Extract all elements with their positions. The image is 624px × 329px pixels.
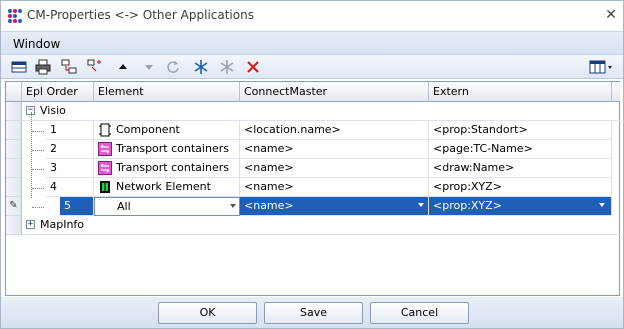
- group-row-mapinfo[interactable]: + MapInfo: [22, 216, 620, 235]
- extern-cell[interactable]: <draw:Name>: [429, 159, 612, 178]
- column-header-filler: [612, 82, 620, 102]
- row-indicator[interactable]: [6, 140, 22, 159]
- order-cell[interactable]: 3: [46, 159, 94, 178]
- chevron-down-icon[interactable]: [230, 204, 236, 208]
- tree-line: [32, 150, 44, 151]
- connectmaster-dropdown[interactable]: <name>: [240, 197, 429, 216]
- tree-line: [32, 188, 44, 189]
- main-window: CM-Properties <-> Other Applications ✕ W…: [0, 0, 624, 329]
- chevron-down-icon[interactable]: [599, 203, 605, 207]
- ok-button[interactable]: OK: [158, 302, 257, 324]
- column-header-epl-order[interactable]: Epl Order: [22, 82, 94, 102]
- group-label: Visio: [40, 104, 66, 117]
- move-up-icon[interactable]: [115, 59, 131, 75]
- close-button[interactable]: ✕: [603, 7, 619, 23]
- print-icon[interactable]: [35, 59, 51, 75]
- button-bar: OK Save Cancel: [1, 297, 623, 328]
- element-cell[interactable]: Transport containers: [94, 159, 240, 178]
- export-icon[interactable]: [61, 59, 77, 75]
- connectmaster-cell[interactable]: <location.name>: [240, 121, 429, 140]
- row-indicator[interactable]: [6, 216, 22, 235]
- extern-cell[interactable]: <page:TC-Name>: [429, 140, 612, 159]
- row-indicator[interactable]: [6, 121, 22, 140]
- group-label: MapInfo: [40, 218, 85, 231]
- extern-cell[interactable]: <prop:Standort>: [429, 121, 612, 140]
- cancel-button[interactable]: Cancel: [370, 302, 469, 324]
- row-header-corner: [6, 82, 22, 102]
- title-bar: CM-Properties <-> Other Applications ✕: [1, 1, 623, 31]
- connectmaster-cell[interactable]: <name>: [240, 140, 429, 159]
- transport-icon: [98, 161, 112, 175]
- connectmaster-cell[interactable]: <name>: [240, 178, 429, 197]
- row-indicator[interactable]: [6, 159, 22, 178]
- extern-dropdown[interactable]: <prop:XYZ>: [429, 197, 612, 216]
- transport-icon: [98, 142, 112, 156]
- extern-value: <prop:XYZ>: [433, 199, 502, 212]
- order-cell[interactable]: 1: [46, 121, 94, 140]
- connectmaster-value: <name>: [244, 199, 294, 212]
- column-header-extern[interactable]: Extern: [429, 82, 612, 102]
- tree-line: [31, 112, 32, 198]
- move-down-icon[interactable]: [141, 59, 157, 75]
- tree-line: [32, 169, 44, 170]
- delete-icon[interactable]: [245, 59, 261, 75]
- window-title: CM-Properties <-> Other Applications: [27, 8, 254, 22]
- import-icon[interactable]: [87, 59, 103, 75]
- element-label: Transport containers: [116, 142, 229, 155]
- table-view-icon[interactable]: [11, 59, 27, 75]
- element-dropdown[interactable]: All: [94, 197, 240, 216]
- group-row-visio[interactable]: − Visio: [22, 102, 620, 121]
- connectmaster-cell[interactable]: <name>: [240, 159, 429, 178]
- toolbar: [1, 55, 623, 79]
- tree-line: [32, 207, 44, 208]
- order-cell-selected[interactable]: 5: [60, 197, 94, 216]
- element-label: Component: [116, 123, 180, 136]
- expand-icon[interactable]: +: [26, 220, 35, 229]
- refresh-icon[interactable]: [165, 59, 181, 75]
- menu-bar: Window: [1, 31, 623, 55]
- component-icon: [99, 123, 111, 137]
- element-cell[interactable]: Component: [94, 121, 240, 140]
- layout-dropdown-icon[interactable]: [589, 59, 615, 75]
- element-label: Network Element: [116, 180, 211, 193]
- element-dropdown-value: All: [117, 200, 131, 213]
- snowflake-icon[interactable]: [193, 59, 209, 75]
- row-indicator[interactable]: [6, 102, 22, 121]
- chevron-down-icon[interactable]: [418, 203, 424, 207]
- menu-window[interactable]: Window: [13, 37, 60, 51]
- edit-row-indicator-icon[interactable]: ✎: [6, 197, 22, 216]
- app-dots-icon: [8, 9, 22, 23]
- row-indicator[interactable]: [6, 178, 22, 197]
- extern-cell[interactable]: <prop:XYZ>: [429, 178, 612, 197]
- save-button[interactable]: Save: [264, 302, 363, 324]
- column-header-element[interactable]: Element: [94, 82, 240, 102]
- order-cell[interactable]: 4: [46, 178, 94, 197]
- element-cell[interactable]: Network Element: [94, 178, 240, 197]
- network-element-icon: [100, 181, 110, 193]
- element-cell[interactable]: Transport containers: [94, 140, 240, 159]
- tree-line: [32, 131, 44, 132]
- column-header-connectmaster[interactable]: ConnectMaster: [240, 82, 429, 102]
- element-label: Transport containers: [116, 161, 229, 174]
- snowflake-gray-icon[interactable]: [219, 59, 235, 75]
- order-cell[interactable]: 2: [46, 140, 94, 159]
- mapping-grid: Epl Order Element ConnectMaster Extern ✎…: [5, 81, 620, 296]
